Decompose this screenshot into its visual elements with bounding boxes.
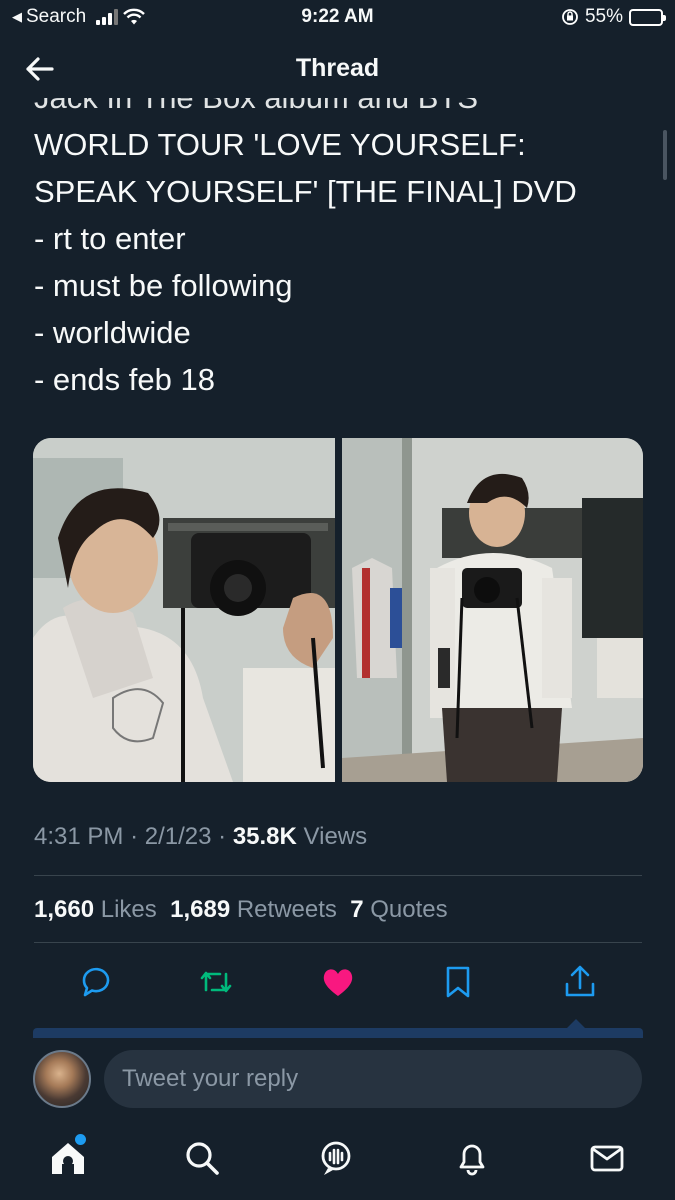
tweet-line: WORLD TOUR 'LOVE YOURSELF:: [34, 127, 526, 162]
home-notification-dot: [75, 1134, 86, 1145]
likes-stat[interactable]: 1,660 Likes: [34, 896, 157, 923]
tweet-line: - worldwide: [34, 315, 191, 350]
views-label[interactable]: Views: [304, 823, 368, 850]
reply-context-strip: [33, 1028, 643, 1038]
status-bar: ◀ Search 9:22 AM 55%: [0, 0, 675, 34]
heart-icon[interactable]: [318, 962, 358, 1002]
tweet-line: - rt to enter: [34, 221, 186, 256]
spaces-icon[interactable]: [316, 1138, 356, 1178]
quotes-label: Quotes: [370, 896, 448, 923]
bottom-tab-bar: [0, 1130, 675, 1190]
retweets-label: Retweets: [236, 896, 337, 923]
views-count: 35.8K: [232, 823, 297, 850]
status-right: 55%: [561, 6, 666, 28]
meta-separator: ·: [130, 823, 139, 850]
page-title: Thread: [295, 54, 380, 82]
tweet-date: 2/1/23: [144, 823, 212, 850]
photo-1-illustration: [33, 438, 335, 782]
reply-input[interactable]: Tweet your reply: [104, 1050, 642, 1108]
battery-icon: [629, 8, 666, 26]
rotation-lock-icon: [562, 9, 578, 25]
likes-label: Likes: [100, 896, 157, 923]
search-icon[interactable]: [182, 1138, 222, 1178]
tweet-meta: 4:31 PM · 2/1/23 · 35.8K Views: [34, 823, 367, 851]
tweet-media: [33, 438, 643, 782]
scrollbar[interactable]: [663, 130, 667, 180]
tweet-photo-2[interactable]: [341, 438, 643, 782]
bookmark-icon[interactable]: [438, 962, 478, 1002]
battery-percent: 55%: [584, 6, 623, 27]
tweet-line: - ends feb 18: [34, 362, 215, 397]
retweets-count: 1,689: [170, 896, 231, 923]
photo-2-illustration: [341, 438, 643, 782]
quotes-count: 7: [350, 896, 364, 923]
meta-separator: ·: [218, 823, 227, 850]
thread-header: Thread: [0, 40, 675, 98]
tweet-actions: [0, 956, 675, 1002]
comment-icon[interactable]: [76, 962, 116, 1002]
tweet-line: SPEAK YOURSELF' [THE FINAL] DVD: [34, 174, 577, 209]
tweet-line: - must be following: [34, 268, 293, 303]
divider: [34, 942, 642, 943]
retweet-icon[interactable]: [196, 962, 236, 1002]
retweets-stat[interactable]: 1,689 Retweets: [170, 896, 337, 923]
bell-icon[interactable]: [452, 1138, 492, 1178]
likes-count: 1,660: [34, 896, 95, 923]
share-icon[interactable]: [560, 962, 600, 1002]
tweet-photo-1[interactable]: [33, 438, 335, 782]
avatar[interactable]: [33, 1050, 91, 1108]
tweet-time: 4:31 PM: [34, 823, 124, 850]
tweet-text: Jack In The Box album and BTS WORLD TOUR…: [34, 74, 654, 403]
tweet-stats: 1,660 Likes 1,689 Retweets 7 Quotes: [34, 896, 448, 924]
divider: [34, 875, 642, 876]
quotes-stat[interactable]: 7 Quotes: [350, 896, 447, 923]
mail-icon[interactable]: [587, 1138, 627, 1178]
